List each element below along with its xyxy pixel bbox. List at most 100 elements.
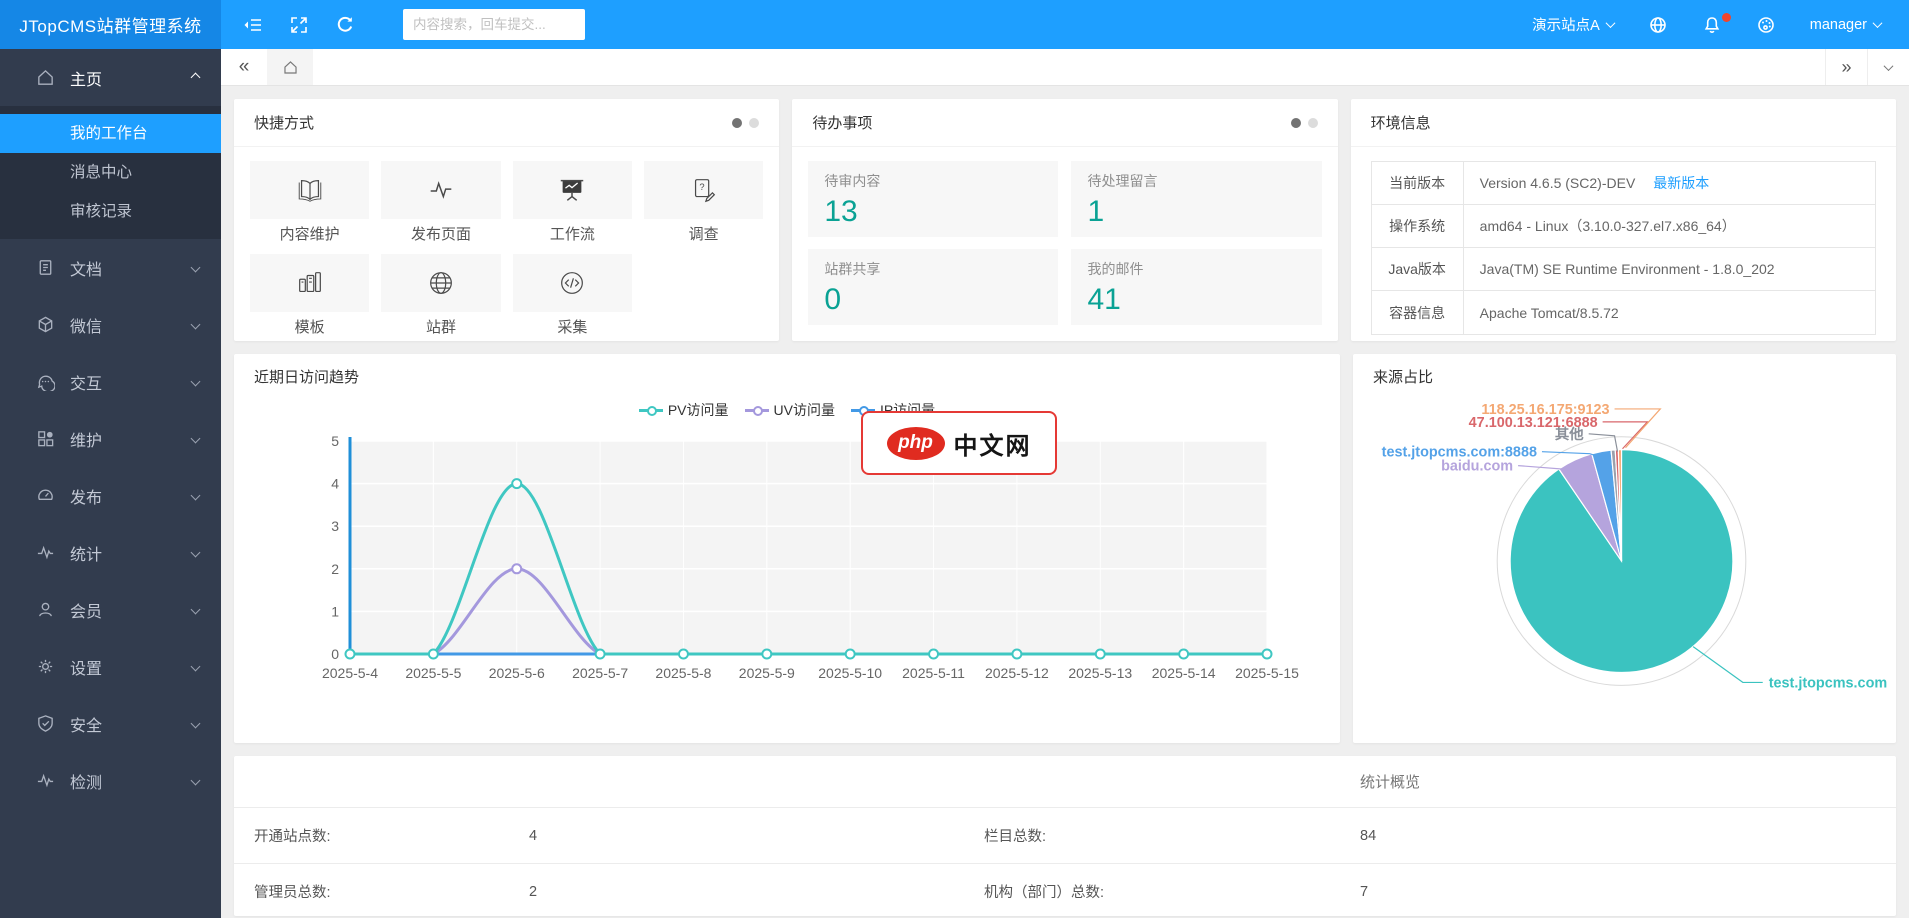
sidebar-subitem-audit-log[interactable]: 审核记录 bbox=[0, 192, 221, 231]
legend-marker bbox=[639, 405, 663, 415]
sidebar-item-interaction[interactable]: 交互 bbox=[0, 353, 221, 410]
svg-text:?: ? bbox=[699, 182, 704, 192]
card-title: 近期日访问趋势 bbox=[234, 354, 1340, 398]
shortcut-survey[interactable]: ? 调查 bbox=[644, 161, 763, 244]
chevron-down-icon bbox=[191, 662, 201, 672]
sidebar-subitem-message-center[interactable]: 消息中心 bbox=[0, 153, 221, 192]
chat-icon bbox=[36, 372, 55, 391]
legend-item-uv[interactable]: UV访问量 bbox=[745, 400, 835, 420]
stat-label: 开通站点数: bbox=[254, 825, 529, 846]
chevron-down-icon bbox=[1605, 18, 1615, 28]
svg-text:2025-5-13: 2025-5-13 bbox=[1068, 665, 1132, 681]
php-logo: php bbox=[887, 427, 945, 460]
sidebar-item-statistics[interactable]: 统计 bbox=[0, 524, 221, 581]
stat-value: 84 bbox=[1360, 828, 1876, 844]
carousel-dot-active[interactable] bbox=[1291, 118, 1301, 128]
collapse-menu-icon[interactable] bbox=[243, 15, 263, 35]
chevron-down-icon bbox=[1884, 61, 1894, 71]
svg-text:2025-5-7: 2025-5-7 bbox=[572, 665, 628, 681]
shortcuts-grid: 内容维护 发布页面 工作流 ? 调查 bbox=[234, 147, 779, 341]
shortcut-publish-page[interactable]: 发布页面 bbox=[381, 161, 500, 244]
svg-text:3: 3 bbox=[331, 518, 339, 534]
svg-text:test.jtopcms.com:8888: test.jtopcms.com:8888 bbox=[1382, 445, 1537, 461]
chevron-down-icon bbox=[191, 491, 201, 501]
todo-count: 1 bbox=[1087, 195, 1305, 229]
trend-line-chart: 0123452025-5-42025-5-52025-5-62025-5-720… bbox=[254, 426, 1320, 726]
pulse-wave-icon bbox=[426, 175, 456, 205]
source-pie-chart: test.jtopcms.combaidu.comtest.jtopcms.co… bbox=[1353, 398, 1896, 741]
stat-value: 4 bbox=[529, 828, 984, 844]
svg-text:2025-5-8: 2025-5-8 bbox=[655, 665, 711, 681]
svg-text:118.25.16.175:9123: 118.25.16.175:9123 bbox=[1481, 402, 1609, 418]
table-row: 当前版本 Version 4.6.5 (SC2)-DEV最新版本 bbox=[1372, 162, 1875, 205]
globe-icon[interactable] bbox=[1648, 15, 1668, 35]
tabs-menu-button[interactable] bbox=[1867, 49, 1909, 85]
table-row: 管理员总数: 2 机构（部门）总数: 7 bbox=[234, 864, 1896, 918]
stat-label: 管理员总数: bbox=[254, 881, 529, 902]
tab-home[interactable] bbox=[267, 49, 313, 85]
svg-text:0: 0 bbox=[331, 646, 339, 662]
sidebar-item-security[interactable]: 安全 bbox=[0, 695, 221, 752]
app-logo: JTopCMS站群管理系统 bbox=[0, 0, 221, 49]
stat-label: 机构（部门）总数: bbox=[984, 881, 1360, 902]
sidebar-subitem-workbench[interactable]: 我的工作台 bbox=[0, 114, 221, 153]
todo-site-share[interactable]: 站群共享 0 bbox=[808, 249, 1058, 325]
todo-card: 待办事项 待审内容 13 待处理留言 1 站群共享 bbox=[792, 99, 1337, 341]
grid-icon bbox=[36, 429, 55, 448]
chevron-down-icon bbox=[191, 434, 201, 444]
fullscreen-icon[interactable] bbox=[289, 15, 309, 35]
todo-my-mail[interactable]: 我的邮件 41 bbox=[1071, 249, 1321, 325]
shortcut-templates[interactable]: 模板 bbox=[250, 254, 369, 337]
sidebar-item-wechat[interactable]: 微信 bbox=[0, 296, 221, 353]
sidebar-item-detection[interactable]: 检测 bbox=[0, 752, 221, 809]
carousel-dot-active[interactable] bbox=[732, 118, 742, 128]
theme-palette-icon[interactable] bbox=[1756, 15, 1776, 35]
todo-count: 13 bbox=[824, 195, 1042, 229]
shortcut-content-maintenance[interactable]: 内容维护 bbox=[250, 161, 369, 244]
svg-text:2025-5-11: 2025-5-11 bbox=[902, 665, 965, 681]
shortcut-collection[interactable]: 采集 bbox=[513, 254, 632, 337]
sidebar: 主页 我的工作台 消息中心 审核记录 文档 微信 交互 维护 发布 bbox=[0, 49, 221, 918]
sidebar-item-publish[interactable]: 发布 bbox=[0, 467, 221, 524]
site-selector[interactable]: 演示站点A bbox=[1532, 14, 1614, 35]
todo-pending-content[interactable]: 待审内容 13 bbox=[808, 161, 1058, 237]
svg-text:2025-5-10: 2025-5-10 bbox=[818, 665, 882, 681]
svg-text:2025-5-14: 2025-5-14 bbox=[1152, 665, 1216, 681]
sidebar-item-settings[interactable]: 设置 bbox=[0, 638, 221, 695]
svg-text:5: 5 bbox=[331, 433, 339, 449]
chevron-down-icon bbox=[191, 719, 201, 729]
carousel-dot[interactable] bbox=[749, 118, 759, 128]
sidebar-item-home[interactable]: 主页 bbox=[0, 49, 221, 106]
todo-count: 0 bbox=[824, 283, 1042, 317]
sidebar-item-maintenance[interactable]: 维护 bbox=[0, 410, 221, 467]
search-input[interactable] bbox=[403, 9, 585, 40]
survey-doc-icon: ? bbox=[689, 175, 719, 205]
chevron-up-icon bbox=[191, 73, 201, 83]
chevron-down-icon bbox=[191, 377, 201, 387]
svg-text:2025-5-15: 2025-5-15 bbox=[1235, 665, 1299, 681]
shortcut-site-group[interactable]: 站群 bbox=[381, 254, 500, 337]
svg-text:baidu.com: baidu.com bbox=[1441, 459, 1513, 475]
refresh-icon[interactable] bbox=[335, 15, 355, 35]
tabs-scroll-left-button[interactable]: « bbox=[221, 49, 267, 85]
tab-bar: « » bbox=[221, 49, 1909, 86]
tabs-scroll-right-button[interactable]: » bbox=[1825, 49, 1867, 85]
todo-pending-comments[interactable]: 待处理留言 1 bbox=[1071, 161, 1321, 237]
user-menu[interactable]: manager bbox=[1810, 17, 1881, 33]
card-title: 待办事项 bbox=[812, 112, 872, 133]
latest-version-link[interactable]: 最新版本 bbox=[1653, 173, 1709, 193]
svg-text:4: 4 bbox=[331, 476, 339, 492]
stats-overview-card: 统计概览 开通站点数: 4 栏目总数: 84 管理员总数: 2 机构（部门）总数… bbox=[234, 756, 1896, 916]
svg-text:1: 1 bbox=[331, 603, 339, 619]
carousel-dot[interactable] bbox=[1308, 118, 1318, 128]
table-row: 开通站点数: 4 栏目总数: 84 bbox=[234, 808, 1896, 864]
sidebar-item-document[interactable]: 文档 bbox=[0, 239, 221, 296]
chevron-down-icon bbox=[191, 548, 201, 558]
legend-item-pv[interactable]: PV访问量 bbox=[639, 400, 729, 420]
shortcut-workflow[interactable]: 工作流 bbox=[513, 161, 632, 244]
bell-icon[interactable] bbox=[1702, 15, 1722, 35]
sidebar-item-members[interactable]: 会员 bbox=[0, 581, 221, 638]
notification-dot bbox=[1722, 13, 1731, 22]
chevron-down-icon bbox=[191, 605, 201, 615]
stat-label: 栏目总数: bbox=[984, 825, 1360, 846]
